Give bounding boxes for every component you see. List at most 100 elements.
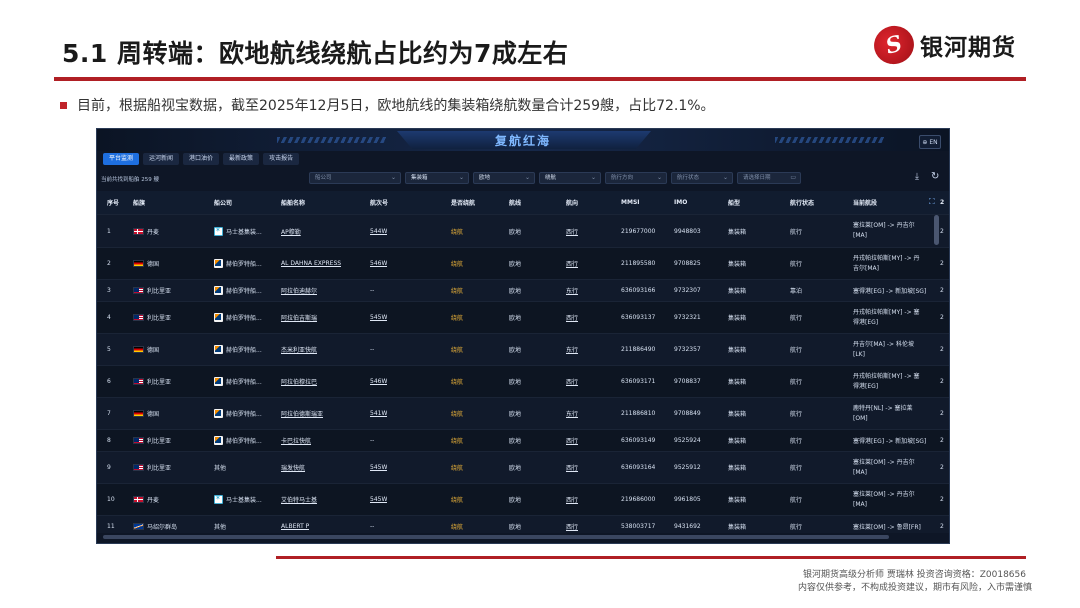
galaxy-logo-icon: S [869, 21, 919, 69]
extra-cell: 2 [940, 287, 944, 294]
voyage-cell[interactable]: 546W [370, 366, 387, 397]
route-cell: 欧地 [509, 228, 522, 236]
app-title: 复航红海 [494, 134, 551, 148]
ship-name-link[interactable]: 阿拉伯吉斯瑞 [281, 302, 317, 333]
table-row[interactable]: 8 利比里亚 赫伯罗特船... 卡巴拉快航 -- 绕航 欧地 西行 636093149 95259… [97, 430, 949, 452]
ship-name-link[interactable]: AL DAHNA EXPRESS [281, 248, 341, 279]
status-select[interactable]: 航行状态 ⌄ [671, 172, 733, 184]
ship-type-select[interactable]: 集装箱 ⌄ [405, 172, 469, 184]
heading-link[interactable]: 西行 [566, 302, 578, 333]
voyage-cell[interactable]: 541W [370, 398, 387, 429]
mmsi-cell: 211886810 [621, 410, 656, 417]
table-row[interactable]: 10 丹麦 马士基集装... 艾伯特马士基 545W 绕航 欧地 西行 219686000 996… [97, 484, 949, 516]
no-cell: 5 [107, 346, 111, 353]
current-leg-cell-cont: [MA] [853, 232, 867, 239]
heading-link[interactable]: 西行 [566, 366, 578, 397]
flag-icon [133, 523, 144, 530]
detour-cell: 绕航 [451, 465, 464, 472]
horizontal-scrollbar[interactable] [103, 535, 889, 539]
nav-status-cell: 航行 [790, 524, 803, 531]
hapag-lloyd-logo-icon [214, 409, 223, 418]
voyage-cell[interactable]: 545W [370, 302, 387, 333]
current-leg-cell: 塞拉莱[OM] -> 丹吉尔 [853, 222, 915, 229]
current-leg-cell: 塞拉莱[OM] -> 鲁昂[FR] [853, 524, 921, 531]
ship-name-link[interactable]: 阿拉伯迪赫尔 [281, 280, 317, 301]
voyage-cell: -- [370, 287, 375, 294]
tab-port-oil-price[interactable]: 港口油价 [183, 153, 220, 165]
table-row[interactable]: 2 德国 赫伯罗特船... AL DAHNA EXPRESS 546W 绕航 欧地 西行 211… [97, 248, 949, 280]
nav-status-cell: 航行 [790, 228, 803, 236]
route-select[interactable]: 欧地 ⌄ [473, 172, 535, 184]
voyage-cell[interactable]: 545W [370, 484, 387, 515]
route-cell: 欧地 [509, 288, 522, 295]
ship-name-link[interactable]: AP穆勒 [281, 215, 301, 247]
ship-name-link[interactable]: ALBERT P [281, 516, 309, 533]
table-header: 序号 船旗 船公司 船舶名称 航次号 是否绕航 航线 航向 MMSI IMO 船… [97, 191, 949, 215]
fullscreen-icon[interactable]: ⛶ [929, 197, 935, 207]
flag-cell: 丹麦 [147, 228, 160, 236]
table-row[interactable]: 11 马绍尔群岛 其他 ALBERT P -- 绕航 欧地 西行 538003717 943169… [97, 516, 949, 533]
heading-link[interactable]: 东行 [566, 398, 578, 429]
voyage-cell[interactable]: 544W [370, 215, 387, 247]
ship-name-link[interactable]: 杰米利亚快航 [281, 334, 317, 365]
table-row[interactable]: 3 利比里亚 赫伯罗特船... 阿拉伯迪赫尔 -- 绕航 欧地 东行 636093166 9732… [97, 280, 949, 302]
direction-select[interactable]: 航行方向 ⌄ [605, 172, 667, 184]
bullet-square-icon [60, 101, 67, 109]
bullet-text: 目前，根据船视宝数据，截至2025年12月5日，欧地航线的集装箱绕航数量合计25… [77, 98, 715, 114]
heading-link[interactable]: 西行 [566, 516, 578, 533]
table-row[interactable]: 6 利比里亚 赫伯罗特船... 阿拉伯穆拉巴 546W 绕航 欧地 西行 636093171 97… [97, 366, 949, 398]
heading-link[interactable]: 西行 [566, 430, 578, 451]
ship-name-link[interactable]: 阿拉伯德斯瑞亚 [281, 398, 323, 429]
ship-name-link[interactable]: 瑞发快航 [281, 452, 305, 483]
heading-link[interactable]: 西行 [566, 484, 578, 515]
company-cell: 其他 [214, 524, 227, 531]
company-select[interactable]: 船公司 ⌄ [309, 172, 401, 184]
table-row[interactable]: 1 丹麦 马士基集装... AP穆勒 544W 绕航 欧地 西行 219677000 994880… [97, 215, 949, 248]
detour-select[interactable]: 绕航 ⌄ [539, 172, 601, 184]
heading-link[interactable]: 东行 [566, 334, 578, 365]
footer-divider [276, 556, 1026, 559]
detour-cell: 绕航 [451, 379, 464, 386]
calendar-icon: ▭ [790, 174, 796, 181]
heading-link[interactable]: 西行 [566, 452, 578, 483]
current-leg-cell: 丹戎帕拉帕斯[MY] -> 塞 [853, 372, 920, 380]
heading-link[interactable]: 东行 [566, 280, 578, 301]
ship-name-link[interactable]: 艾伯特马士基 [281, 484, 317, 515]
table-row[interactable]: 5 德国 赫伯罗特船... 杰米利亚快航 -- 绕航 欧地 东行 211886490 973235… [97, 334, 949, 366]
route-select-label: 欧地 [479, 175, 491, 181]
download-icon[interactable]: ⤓ [915, 172, 919, 182]
date-picker[interactable]: 请选择日期 ▭ [737, 172, 801, 184]
tab-attack-report[interactable]: 攻击报告 [263, 153, 300, 165]
flag-cell: 德国 [147, 347, 160, 354]
vertical-scrollbar[interactable] [934, 215, 939, 245]
extra-cell: 2 [940, 314, 944, 321]
table-row[interactable]: 9 利比里亚 其他 瑞发快航 545W 绕航 欧地 西行 636093164 9525912 集装箱… [97, 452, 949, 484]
language-button[interactable]: ⊕ EN [919, 135, 941, 149]
tab-platform-monitor[interactable]: 平台监测 [103, 153, 140, 165]
voyage-cell[interactable]: 546W [370, 248, 387, 279]
no-cell: 9 [107, 464, 111, 471]
heading-link[interactable]: 西行 [566, 215, 578, 247]
flag-icon [133, 346, 144, 353]
flag-cell: 利比里亚 [147, 288, 172, 295]
no-cell: 10 [107, 496, 115, 503]
date-picker-label: 请选择日期 [743, 175, 771, 181]
ship-name-link[interactable]: 卡巴拉快航 [281, 430, 311, 451]
hapag-lloyd-logo-icon [214, 377, 223, 386]
tab-latest-policy[interactable]: 最新政策 [223, 153, 260, 165]
hapag-lloyd-logo-icon [214, 345, 223, 354]
nav-status-cell: 航行 [790, 497, 803, 504]
refresh-icon[interactable]: ↻ [931, 171, 939, 182]
voyage-cell[interactable]: 545W [370, 452, 387, 483]
flag-icon [133, 314, 144, 321]
ship-name-link[interactable]: 阿拉伯穆拉巴 [281, 366, 317, 397]
col-header-extra: 2 [940, 199, 945, 206]
extra-cell: 2 [940, 346, 944, 353]
flag-icon [133, 227, 144, 235]
heading-link[interactable]: 西行 [566, 248, 578, 279]
table-row[interactable]: 4 利比里亚 赫伯罗特船... 阿拉伯吉斯瑞 545W 绕航 欧地 西行 636093137 97… [97, 302, 949, 334]
tab-canal-news[interactable]: 运河新闻 [143, 153, 180, 165]
table-row[interactable]: 7 德国 赫伯罗特船... 阿拉伯德斯瑞亚 541W 绕航 欧地 东行 211886810 970… [97, 398, 949, 430]
nav-status-cell: 航行 [790, 438, 803, 445]
mmsi-cell: 219686000 [621, 496, 656, 503]
